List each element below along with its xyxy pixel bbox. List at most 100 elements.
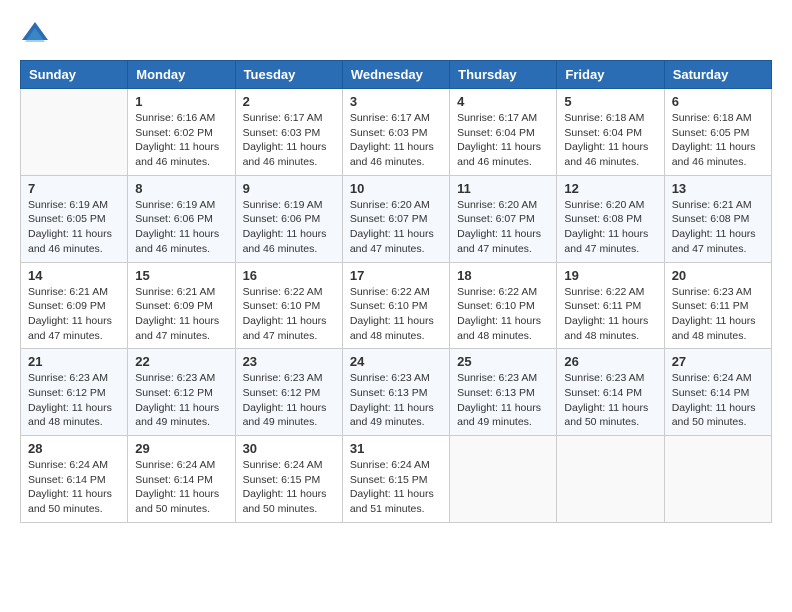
sunrise-text: Sunrise: 6:19 AM: [135, 198, 227, 213]
sunset-text: Sunset: 6:15 PM: [243, 473, 335, 488]
daylight-text: Daylight: 11 hours and 49 minutes.: [243, 401, 335, 430]
day-info: Sunrise: 6:20 AM Sunset: 6:07 PM Dayligh…: [350, 198, 442, 257]
day-info: Sunrise: 6:24 AM Sunset: 6:15 PM Dayligh…: [350, 458, 442, 517]
sunset-text: Sunset: 6:11 PM: [672, 299, 764, 314]
sunset-text: Sunset: 6:10 PM: [457, 299, 549, 314]
calendar-cell: 23 Sunrise: 6:23 AM Sunset: 6:12 PM Dayl…: [235, 349, 342, 436]
sunrise-text: Sunrise: 6:18 AM: [564, 111, 656, 126]
daylight-text: Daylight: 11 hours and 49 minutes.: [350, 401, 442, 430]
calendar-cell: [557, 436, 664, 523]
daylight-text: Daylight: 11 hours and 46 minutes.: [672, 140, 764, 169]
calendar-cell: 2 Sunrise: 6:17 AM Sunset: 6:03 PM Dayli…: [235, 89, 342, 176]
day-number: 20: [672, 268, 764, 283]
sunset-text: Sunset: 6:13 PM: [350, 386, 442, 401]
calendar-cell: 9 Sunrise: 6:19 AM Sunset: 6:06 PM Dayli…: [235, 175, 342, 262]
calendar-cell: [664, 436, 771, 523]
calendar-cell: 15 Sunrise: 6:21 AM Sunset: 6:09 PM Dayl…: [128, 262, 235, 349]
sunrise-text: Sunrise: 6:21 AM: [672, 198, 764, 213]
day-info: Sunrise: 6:24 AM Sunset: 6:14 PM Dayligh…: [672, 371, 764, 430]
day-number: 15: [135, 268, 227, 283]
sunrise-text: Sunrise: 6:21 AM: [28, 285, 120, 300]
calendar-cell: 19 Sunrise: 6:22 AM Sunset: 6:11 PM Dayl…: [557, 262, 664, 349]
day-number: 22: [135, 354, 227, 369]
calendar-cell: 8 Sunrise: 6:19 AM Sunset: 6:06 PM Dayli…: [128, 175, 235, 262]
calendar-cell: 12 Sunrise: 6:20 AM Sunset: 6:08 PM Dayl…: [557, 175, 664, 262]
day-number: 17: [350, 268, 442, 283]
day-number: 6: [672, 94, 764, 109]
day-info: Sunrise: 6:24 AM Sunset: 6:14 PM Dayligh…: [28, 458, 120, 517]
sunrise-text: Sunrise: 6:22 AM: [243, 285, 335, 300]
calendar-cell: 16 Sunrise: 6:22 AM Sunset: 6:10 PM Dayl…: [235, 262, 342, 349]
sunrise-text: Sunrise: 6:20 AM: [457, 198, 549, 213]
sunset-text: Sunset: 6:14 PM: [564, 386, 656, 401]
daylight-text: Daylight: 11 hours and 46 minutes.: [243, 227, 335, 256]
day-info: Sunrise: 6:19 AM Sunset: 6:05 PM Dayligh…: [28, 198, 120, 257]
sunset-text: Sunset: 6:10 PM: [243, 299, 335, 314]
day-info: Sunrise: 6:24 AM Sunset: 6:15 PM Dayligh…: [243, 458, 335, 517]
calendar-cell: 6 Sunrise: 6:18 AM Sunset: 6:05 PM Dayli…: [664, 89, 771, 176]
sunset-text: Sunset: 6:07 PM: [457, 212, 549, 227]
calendar-cell: 31 Sunrise: 6:24 AM Sunset: 6:15 PM Dayl…: [342, 436, 449, 523]
daylight-text: Daylight: 11 hours and 48 minutes.: [457, 314, 549, 343]
day-info: Sunrise: 6:23 AM Sunset: 6:13 PM Dayligh…: [457, 371, 549, 430]
day-info: Sunrise: 6:23 AM Sunset: 6:13 PM Dayligh…: [350, 371, 442, 430]
sunrise-text: Sunrise: 6:24 AM: [28, 458, 120, 473]
daylight-text: Daylight: 11 hours and 46 minutes.: [135, 140, 227, 169]
day-number: 16: [243, 268, 335, 283]
calendar-cell: 17 Sunrise: 6:22 AM Sunset: 6:10 PM Dayl…: [342, 262, 449, 349]
sunset-text: Sunset: 6:15 PM: [350, 473, 442, 488]
daylight-text: Daylight: 11 hours and 46 minutes.: [564, 140, 656, 169]
daylight-text: Daylight: 11 hours and 46 minutes.: [135, 227, 227, 256]
day-info: Sunrise: 6:17 AM Sunset: 6:04 PM Dayligh…: [457, 111, 549, 170]
day-info: Sunrise: 6:19 AM Sunset: 6:06 PM Dayligh…: [135, 198, 227, 257]
daylight-text: Daylight: 11 hours and 50 minutes.: [28, 487, 120, 516]
day-number: 11: [457, 181, 549, 196]
sunrise-text: Sunrise: 6:23 AM: [28, 371, 120, 386]
sunrise-text: Sunrise: 6:19 AM: [243, 198, 335, 213]
sunset-text: Sunset: 6:04 PM: [564, 126, 656, 141]
calendar-cell: 20 Sunrise: 6:23 AM Sunset: 6:11 PM Dayl…: [664, 262, 771, 349]
day-number: 13: [672, 181, 764, 196]
sunrise-text: Sunrise: 6:22 AM: [457, 285, 549, 300]
daylight-text: Daylight: 11 hours and 47 minutes.: [672, 227, 764, 256]
day-info: Sunrise: 6:18 AM Sunset: 6:05 PM Dayligh…: [672, 111, 764, 170]
calendar-header-saturday: Saturday: [664, 61, 771, 89]
calendar-week-row: 1 Sunrise: 6:16 AM Sunset: 6:02 PM Dayli…: [21, 89, 772, 176]
sunset-text: Sunset: 6:05 PM: [28, 212, 120, 227]
sunset-text: Sunset: 6:14 PM: [28, 473, 120, 488]
day-info: Sunrise: 6:22 AM Sunset: 6:11 PM Dayligh…: [564, 285, 656, 344]
sunrise-text: Sunrise: 6:24 AM: [135, 458, 227, 473]
day-info: Sunrise: 6:23 AM Sunset: 6:12 PM Dayligh…: [28, 371, 120, 430]
daylight-text: Daylight: 11 hours and 47 minutes.: [243, 314, 335, 343]
daylight-text: Daylight: 11 hours and 49 minutes.: [135, 401, 227, 430]
day-info: Sunrise: 6:16 AM Sunset: 6:02 PM Dayligh…: [135, 111, 227, 170]
sunset-text: Sunset: 6:02 PM: [135, 126, 227, 141]
sunset-text: Sunset: 6:10 PM: [350, 299, 442, 314]
day-info: Sunrise: 6:21 AM Sunset: 6:08 PM Dayligh…: [672, 198, 764, 257]
day-number: 2: [243, 94, 335, 109]
calendar-cell: 11 Sunrise: 6:20 AM Sunset: 6:07 PM Dayl…: [450, 175, 557, 262]
day-info: Sunrise: 6:24 AM Sunset: 6:14 PM Dayligh…: [135, 458, 227, 517]
day-number: 27: [672, 354, 764, 369]
calendar-cell: 14 Sunrise: 6:21 AM Sunset: 6:09 PM Dayl…: [21, 262, 128, 349]
day-info: Sunrise: 6:23 AM Sunset: 6:11 PM Dayligh…: [672, 285, 764, 344]
calendar-cell: 21 Sunrise: 6:23 AM Sunset: 6:12 PM Dayl…: [21, 349, 128, 436]
sunrise-text: Sunrise: 6:23 AM: [243, 371, 335, 386]
calendar-cell: 3 Sunrise: 6:17 AM Sunset: 6:03 PM Dayli…: [342, 89, 449, 176]
daylight-text: Daylight: 11 hours and 46 minutes.: [457, 140, 549, 169]
calendar-cell: 30 Sunrise: 6:24 AM Sunset: 6:15 PM Dayl…: [235, 436, 342, 523]
day-info: Sunrise: 6:23 AM Sunset: 6:12 PM Dayligh…: [135, 371, 227, 430]
calendar-cell: 18 Sunrise: 6:22 AM Sunset: 6:10 PM Dayl…: [450, 262, 557, 349]
sunrise-text: Sunrise: 6:16 AM: [135, 111, 227, 126]
daylight-text: Daylight: 11 hours and 50 minutes.: [243, 487, 335, 516]
calendar-table: SundayMondayTuesdayWednesdayThursdayFrid…: [20, 60, 772, 523]
sunset-text: Sunset: 6:09 PM: [135, 299, 227, 314]
daylight-text: Daylight: 11 hours and 48 minutes.: [672, 314, 764, 343]
day-number: 18: [457, 268, 549, 283]
calendar-cell: 13 Sunrise: 6:21 AM Sunset: 6:08 PM Dayl…: [664, 175, 771, 262]
sunrise-text: Sunrise: 6:17 AM: [243, 111, 335, 126]
sunset-text: Sunset: 6:12 PM: [135, 386, 227, 401]
calendar-cell: [450, 436, 557, 523]
sunset-text: Sunset: 6:14 PM: [135, 473, 227, 488]
day-info: Sunrise: 6:22 AM Sunset: 6:10 PM Dayligh…: [350, 285, 442, 344]
